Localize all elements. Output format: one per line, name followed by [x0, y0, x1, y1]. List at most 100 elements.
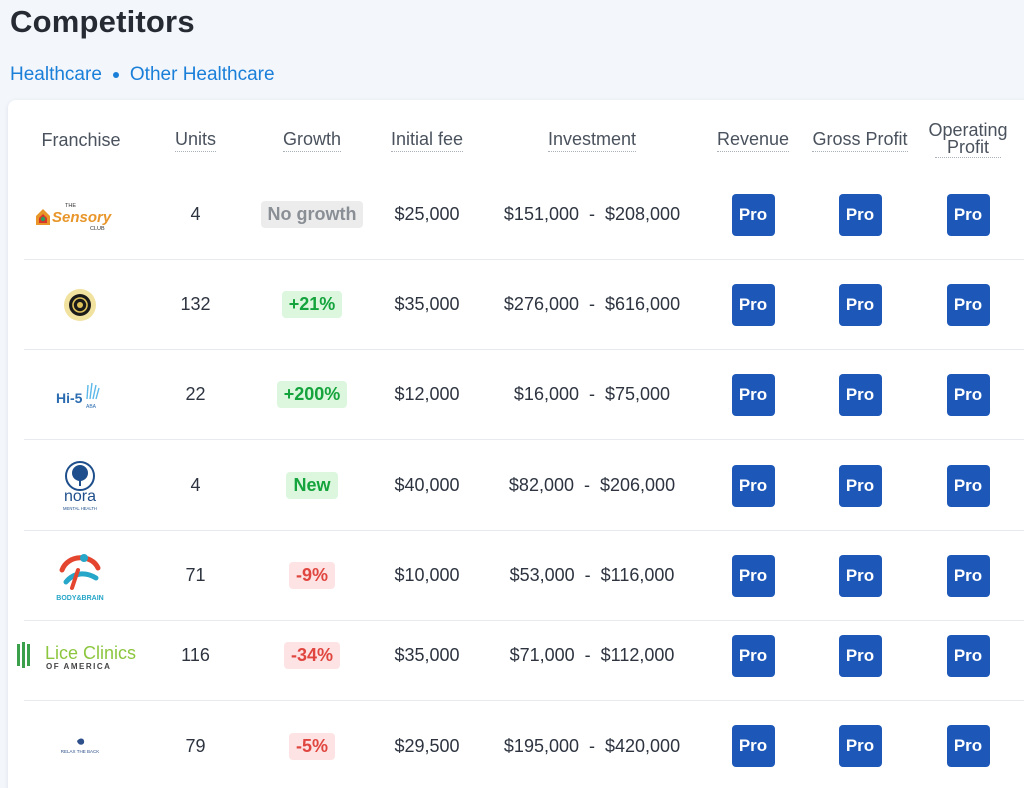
svg-text:OF AMERICA: OF AMERICA — [46, 662, 111, 671]
operating-profit-cell: Pro — [913, 701, 1023, 788]
investment-high: $206,000 — [600, 475, 676, 495]
gross-profit-cell: Pro — [805, 701, 915, 788]
gross-profit-cell: Pro — [805, 611, 915, 700]
header-operating-profit[interactable]: Operating Profit — [913, 100, 1023, 180]
lice-clinics-of-america-logo[interactable]: Lice Clinics OF AMERICA — [10, 611, 150, 700]
gross-profit-pro-button[interactable]: Pro — [838, 725, 882, 767]
header-gross-profit[interactable]: Gross Profit — [805, 100, 915, 180]
relax-the-back-logo[interactable]: RELAX THE BACK — [10, 701, 150, 788]
growth-badge: -9% — [288, 562, 335, 589]
investment-high: $420,000 — [605, 735, 681, 756]
investment-range: $276,000 - $616,000 — [484, 260, 700, 349]
growth-cell: -5% — [254, 701, 370, 788]
range-separator: - — [579, 384, 605, 404]
breadcrumb-other-healthcare[interactable]: Other Healthcare — [130, 64, 275, 86]
revenue-pro-button[interactable]: Pro — [731, 193, 775, 236]
gross-profit-pro-button[interactable]: Pro — [838, 193, 882, 236]
units-value: 4 — [190, 204, 201, 224]
table-row[interactable]: THE Sensory CLUB 4 No growth $25,000 $15… — [24, 170, 1024, 260]
investment-range: $151,000 - $208,000 — [484, 170, 700, 259]
investment-low: $82,000 — [508, 475, 574, 495]
table-row[interactable]: BODY&BRAIN 71 -9% $10,000 $53,000 - $116… — [24, 531, 1024, 621]
breadcrumb: Healthcare Other Healthcare — [10, 64, 275, 86]
revenue-pro-button[interactable]: Pro — [731, 725, 775, 767]
gross-profit-cell: Pro — [805, 441, 915, 530]
table-row[interactable]: Lice Clinics OF AMERICA 116 -34% $35,000… — [17, 611, 1024, 701]
investment-high: $616,000 — [605, 294, 681, 314]
investment-low: $276,000 — [503, 294, 579, 314]
header-investment[interactable]: Investment — [484, 100, 700, 180]
investment-range: $71,000 - $112,000 — [484, 611, 700, 700]
gross-profit-pro-button[interactable]: Pro — [838, 464, 882, 507]
operating-profit-pro-button[interactable]: Pro — [946, 283, 990, 326]
table-row[interactable]: RELAX THE BACK 79 -5% $29,500 $195,000 -… — [24, 701, 1024, 788]
header-franchise: Franchise — [41, 129, 121, 150]
units-value: 71 — [185, 565, 206, 585]
gross-profit-pro-button[interactable]: Pro — [838, 634, 882, 677]
svg-text:CLUB: CLUB — [90, 226, 105, 232]
initial-fee-value: $10,000 — [394, 565, 460, 585]
table-row[interactable]: nora MENTAL HEALTH 4 New $40,000 $82,000… — [24, 441, 1024, 531]
initial-fee-value: $40,000 — [394, 475, 460, 495]
units-value: 79 — [185, 735, 206, 756]
growth-cell: No growth — [254, 170, 370, 259]
svg-text:Hi-5: Hi-5 — [56, 390, 83, 406]
operating-profit-pro-button[interactable]: Pro — [946, 373, 990, 416]
operating-profit-pro-button[interactable]: Pro — [946, 193, 990, 236]
header-revenue[interactable]: Revenue — [708, 100, 798, 180]
revenue-pro-button[interactable]: Pro — [731, 464, 775, 507]
hi-5-aba-logo[interactable]: Hi-5 ABA — [10, 350, 150, 439]
header-units[interactable]: Units — [148, 100, 243, 180]
revenue-cell: Pro — [708, 350, 798, 439]
competitors-table: Franchise Units Growth Initial fee Inves… — [8, 100, 1024, 788]
revenue-pro-button[interactable]: Pro — [731, 554, 775, 597]
investment-high: $75,000 — [605, 384, 671, 404]
revenue-cell: Pro — [708, 531, 798, 620]
body-and-brain-logo[interactable]: BODY&BRAIN — [10, 531, 150, 620]
round-emblem-logo[interactable] — [10, 260, 150, 349]
breadcrumb-separator — [112, 72, 119, 78]
revenue-cell: Pro — [708, 260, 798, 349]
svg-text:BODY&BRAIN: BODY&BRAIN — [56, 595, 103, 602]
investment-low: $16,000 — [513, 384, 579, 404]
initial-fee-value: $29,500 — [394, 735, 460, 756]
operating-profit-cell: Pro — [913, 611, 1023, 700]
gross-profit-pro-button[interactable]: Pro — [838, 554, 882, 597]
the-sensory-club-logo[interactable]: THE Sensory CLUB — [10, 170, 150, 259]
gross-profit-pro-button[interactable]: Pro — [838, 283, 882, 326]
table-row[interactable]: Hi-5 ABA 22 +200% $12,000 $16,000 - $75,… — [24, 350, 1024, 440]
investment-range: $195,000 - $420,000 — [484, 701, 700, 788]
gross-profit-cell: Pro — [805, 531, 915, 620]
investment-low: $71,000 — [509, 645, 575, 665]
header-growth[interactable]: Growth — [254, 100, 370, 180]
gross-profit-pro-button[interactable]: Pro — [838, 373, 882, 416]
svg-text:ABA: ABA — [86, 404, 97, 410]
operating-profit-pro-button[interactable]: Pro — [946, 464, 990, 507]
page-title: Competitors — [10, 4, 195, 39]
investment-range: $53,000 - $116,000 — [484, 531, 700, 620]
initial-fee-value: $12,000 — [394, 384, 460, 404]
operating-profit-cell: Pro — [913, 350, 1023, 439]
operating-profit-cell: Pro — [913, 170, 1023, 259]
nora-mental-health-logo[interactable]: nora MENTAL HEALTH — [10, 441, 150, 530]
operating-profit-pro-button[interactable]: Pro — [946, 725, 990, 767]
revenue-pro-button[interactable]: Pro — [731, 373, 775, 416]
breadcrumb-healthcare[interactable]: Healthcare — [10, 64, 102, 86]
revenue-pro-button[interactable]: Pro — [731, 283, 775, 326]
range-separator: - — [574, 645, 601, 665]
investment-low: $195,000 — [503, 735, 579, 756]
gross-profit-cell: Pro — [805, 350, 915, 439]
svg-text:MENTAL HEALTH: MENTAL HEALTH — [63, 506, 97, 511]
operating-profit-pro-button[interactable]: Pro — [946, 634, 990, 677]
table-row[interactable]: 132 +21% $35,000 $276,000 - $616,000 Pro… — [24, 260, 1024, 350]
svg-text:nora: nora — [64, 488, 96, 505]
growth-badge: +200% — [276, 381, 348, 408]
operating-profit-pro-button[interactable]: Pro — [946, 554, 990, 597]
investment-high: $208,000 — [605, 204, 681, 224]
investment-low: $151,000 — [503, 204, 579, 224]
header-initial-fee[interactable]: Initial fee — [372, 100, 482, 180]
revenue-pro-button[interactable]: Pro — [731, 634, 775, 677]
investment-high: $116,000 — [600, 565, 675, 585]
growth-cell: +21% — [254, 260, 370, 349]
range-separator: - — [574, 565, 601, 585]
